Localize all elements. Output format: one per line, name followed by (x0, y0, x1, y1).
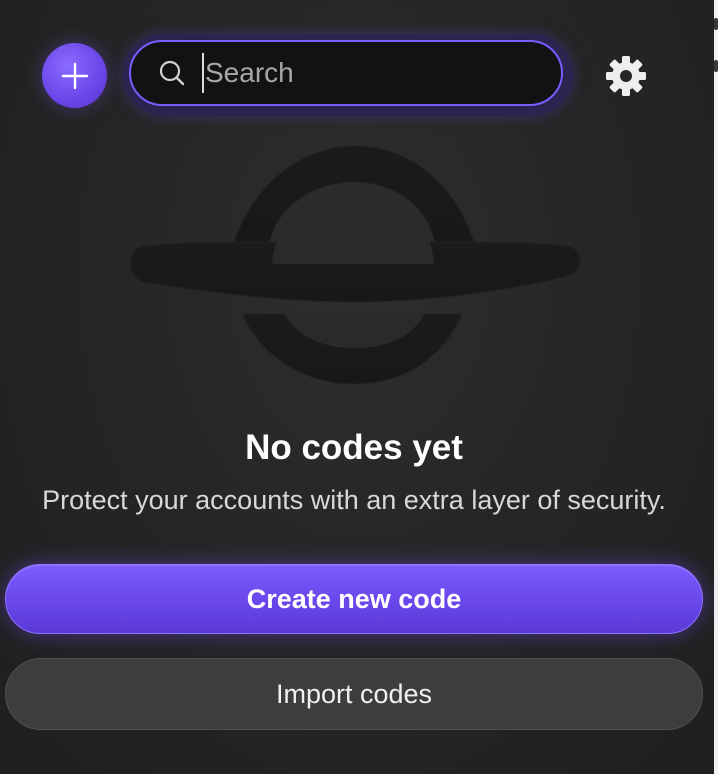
edge-glyph (714, 18, 718, 30)
window-edge (714, 0, 718, 774)
add-code-button[interactable] (42, 43, 107, 108)
gear-icon (606, 56, 646, 96)
search-icon (158, 59, 186, 87)
planet-ring-illustration (130, 145, 581, 385)
plus-icon (61, 62, 88, 89)
search-box[interactable] (129, 40, 566, 106)
settings-button[interactable] (605, 55, 647, 97)
edge-glyph (714, 60, 718, 72)
search-container (123, 34, 573, 116)
empty-state-title: No codes yet (245, 428, 463, 467)
import-codes-button[interactable]: Import codes (5, 658, 703, 730)
empty-state-subtitle: Protect your accounts with an extra laye… (42, 485, 666, 515)
create-new-code-button[interactable]: Create new code (5, 564, 703, 634)
search-input[interactable] (202, 53, 566, 93)
app-window: No codes yet Protect your accounts with … (0, 0, 718, 774)
